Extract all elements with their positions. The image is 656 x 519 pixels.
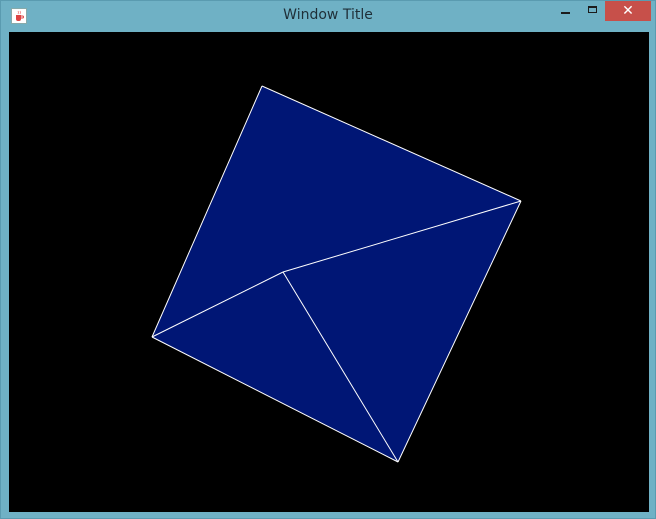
maximize-icon xyxy=(588,6,597,13)
maximize-button[interactable] xyxy=(579,1,607,21)
app-window: Window Title ✕ xyxy=(0,0,656,519)
close-icon: ✕ xyxy=(622,3,634,19)
minimize-button[interactable] xyxy=(551,1,579,21)
minimize-icon xyxy=(561,12,570,14)
close-button[interactable]: ✕ xyxy=(605,1,651,21)
shape-scene xyxy=(151,85,522,463)
drawing-canvas[interactable] xyxy=(9,32,649,512)
title-bar[interactable]: Window Title ✕ xyxy=(1,1,655,31)
